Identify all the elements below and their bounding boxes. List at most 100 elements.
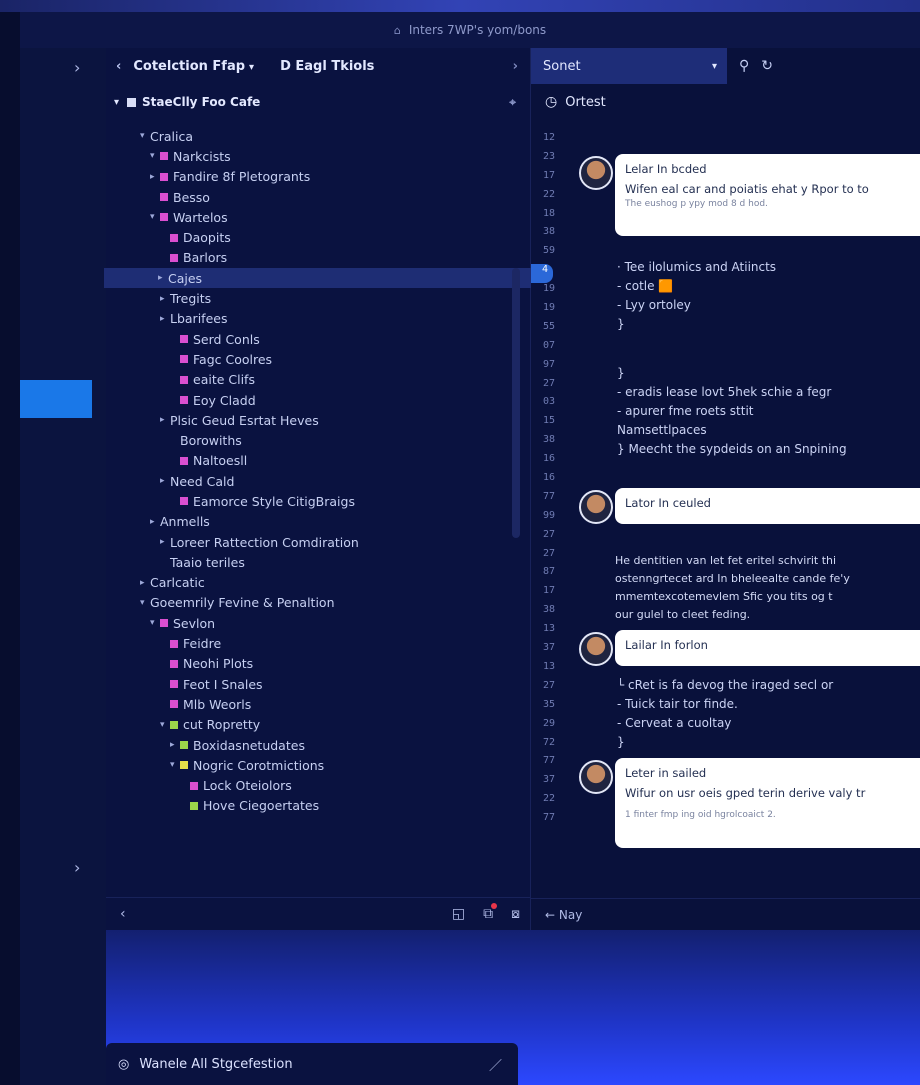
tree-item[interactable]: Besso	[106, 187, 530, 207]
tree-caret-icon[interactable]: ▸	[140, 578, 150, 588]
line-number: 35	[543, 698, 556, 710]
tree-item-label: Neohi Plots	[183, 656, 254, 672]
tree-item[interactable]: ▾ Nogric Corotmictions	[106, 755, 530, 775]
forward-chevron-icon[interactable]: ›	[513, 59, 518, 74]
tag-square-icon	[160, 152, 168, 161]
tree-caret-icon[interactable]: ▾	[140, 598, 150, 608]
tree-item[interactable]: Eamorce Style CitigBraigs	[106, 491, 530, 511]
nav-back-link[interactable]: ← Nay	[545, 908, 582, 922]
sidebar-scrollbar[interactable]	[512, 268, 520, 538]
tree-item[interactable]: ▾ Goeemrily Fevine & Penaltion	[106, 593, 530, 613]
pin-icon[interactable]: ⌖	[509, 95, 516, 110]
tree-caret-icon[interactable]: ▸	[150, 517, 160, 527]
tree-item-label: Carlcatic	[150, 575, 205, 591]
tree-caret-icon[interactable]: ▾	[150, 618, 160, 628]
tree-caret-icon[interactable]: ▾	[140, 131, 150, 141]
tree-item[interactable]: Naltoesll	[106, 451, 530, 471]
tree-item-label: Nogric Corotmictions	[193, 757, 325, 773]
tree-caret-icon[interactable]: ▸	[160, 294, 170, 304]
tree-caret-icon[interactable]: ▸	[160, 415, 170, 425]
tree-item[interactable]: Feidre	[106, 633, 530, 653]
tools-selector[interactable]: D Eagl Tkiols	[280, 59, 374, 74]
line-number: 17	[543, 169, 556, 181]
tree-item[interactable]: Fagc Coolres	[106, 349, 530, 369]
code-block: · Tee ilolumics and Atiincts - cotle 🟧 -…	[617, 260, 917, 336]
tree-item[interactable]: ▾ cut Ropretty	[106, 715, 530, 735]
tree-item[interactable]: ▸ Carlcatic	[106, 573, 530, 593]
tree-caret-icon[interactable]: ▸	[170, 740, 180, 750]
tree-item-label: Lbarifees	[170, 311, 228, 327]
bottom-action-bar[interactable]: ◎ Wanele All Stgcefestion ／	[106, 1043, 518, 1085]
tree-item[interactable]: ▸ Fandire 8f Pletogrants	[106, 167, 530, 187]
footer-back-icon[interactable]: ‹	[120, 906, 126, 922]
tree-item[interactable]: ▾ Cralica	[106, 126, 530, 146]
tree-item[interactable]: Barlors	[106, 248, 530, 268]
tree-caret-icon[interactable]: ▸	[160, 476, 170, 486]
scene-selector[interactable]: Sonet ▾	[531, 48, 727, 84]
tree-item[interactable]: ▸ Lbarifees	[106, 309, 530, 329]
message-card[interactable]: Lelar In bcded Wifen eal car and poiatis…	[615, 154, 920, 236]
tree-item[interactable]: ▾ Narkcists	[106, 146, 530, 166]
tree-item[interactable]: Serd Conls	[106, 329, 530, 349]
code-line: · Tee ilolumics and Atiincts	[617, 260, 777, 274]
tree-item[interactable]: ▸ Cajes	[104, 268, 574, 289]
lock-icon: ⌂	[393, 23, 401, 37]
tree-item[interactable]: Lock Oteiolors	[106, 776, 530, 796]
tree-item[interactable]: Mlb Weorls	[106, 694, 530, 714]
message-card[interactable]: Leter in sailed Wifur on usr oeis gped t…	[615, 758, 920, 848]
tree-item[interactable]: eaite Clifs	[106, 370, 530, 390]
tree-item[interactable]: Borowiths	[106, 430, 530, 450]
tree-caret-icon[interactable]: ▸	[158, 273, 168, 283]
message-author: Lailar In forlon	[625, 638, 708, 652]
tree-caret-icon[interactable]: ▾	[150, 212, 160, 222]
notification-icon[interactable]: ⧉	[483, 903, 498, 922]
message-card[interactable]: Lailar In forlon	[615, 630, 920, 666]
line-number: 16	[543, 472, 556, 484]
edit-icon[interactable]: ／	[489, 1055, 502, 1074]
tree-item[interactable]: Daopits	[106, 227, 530, 247]
line-number: 38	[543, 604, 556, 616]
tree-caret-icon[interactable]: ▸	[160, 537, 170, 547]
tree-item[interactable]: ▾ Wartelos	[106, 207, 530, 227]
back-chevron-icon[interactable]: ‹	[116, 59, 121, 74]
collection-selector[interactable]: Cotelction Ffap ▾	[133, 59, 254, 74]
tree-item[interactable]: ▸ Boxidasnetudates	[106, 735, 530, 755]
line-number: 55	[543, 320, 556, 332]
tree-caret-icon[interactable]: ▸	[160, 314, 170, 324]
rail-expand-top-icon[interactable]: ›	[74, 58, 80, 77]
tree-item[interactable]: Neohi Plots	[106, 654, 530, 674]
rail-expand-bottom-icon[interactable]: ›	[74, 858, 80, 877]
tree-item-label: Tregits	[170, 291, 212, 307]
share-icon[interactable]: ⧇	[511, 906, 520, 922]
tree-item[interactable]: ▸ Plsic Geud Esrtat Heves	[106, 410, 530, 430]
refresh-icon[interactable]: ↻	[761, 58, 773, 74]
tree-item-label: Besso	[173, 189, 210, 205]
message-card[interactable]: Lator In ceuled	[615, 488, 920, 524]
tree-item[interactable]: Eoy Cladd	[106, 390, 530, 410]
tree-item[interactable]: ▸ Need Cald	[106, 471, 530, 491]
code-line: He dentitien van let fet eritel schvirit…	[615, 554, 837, 567]
code-line: - cotle 🟧	[617, 279, 674, 293]
window-title: Inters 7WP's yom/bons	[408, 23, 547, 37]
tree-item[interactable]: ▸ Loreer Rattection Comdiration	[106, 532, 530, 552]
caret-down-icon: ▾	[114, 96, 120, 108]
tree-caret-icon[interactable]: ▾	[160, 720, 170, 730]
tree-item[interactable]: Hove Ciegoertates	[106, 796, 530, 816]
tag-square-icon	[170, 720, 178, 729]
tree-item[interactable]: ▸ Anmells	[106, 512, 530, 532]
tree-item[interactable]: Taaio teriles	[106, 552, 530, 572]
sidebar-section-header[interactable]: ▾ StaeClly Foo Cafe ⌖	[106, 84, 530, 120]
tree-item[interactable]: ▾ Sevlon	[106, 613, 530, 633]
tree-item[interactable]: Feot I Snales	[106, 674, 530, 694]
rail-active-item[interactable]	[20, 380, 92, 418]
tree-caret-icon[interactable]: ▾	[150, 151, 160, 161]
tag-square-icon	[180, 396, 188, 404]
tree-caret-icon[interactable]: ▾	[170, 760, 180, 770]
tree-caret-icon[interactable]: ▸	[150, 172, 160, 182]
tree-item[interactable]: ▸ Tregits	[106, 288, 530, 308]
sidebar-header: ‹ Cotelction Ffap ▾ D Eagl Tkiols ›	[106, 48, 530, 84]
line-number: 23	[543, 150, 556, 162]
search-icon[interactable]: ⚲	[739, 58, 749, 74]
section-title: StaeClly Foo Cafe	[142, 95, 261, 109]
tag-icon[interactable]: ◱	[452, 906, 465, 922]
